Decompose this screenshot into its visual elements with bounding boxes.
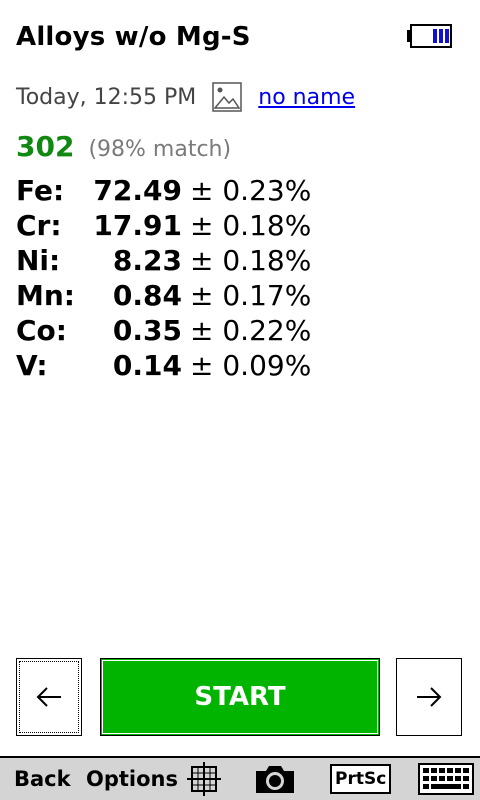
- element-row-cr: Cr: 17.91 ± 0.18%: [16, 209, 311, 244]
- composition-table: Fe: 72.49 ± 0.23% Cr: 17.91 ± 0.18% Ni: …: [16, 174, 311, 384]
- element-row-fe: Fe: 72.49 ± 0.23%: [16, 174, 311, 209]
- arrow-left-icon: [36, 687, 61, 707]
- camera-button[interactable]: [254, 758, 296, 800]
- element-symbol: Co:: [16, 314, 67, 347]
- element-value: 8.23: [112, 244, 182, 277]
- prtsc-label: PrtSc: [330, 764, 392, 794]
- crosshair-button[interactable]: [186, 758, 222, 800]
- bottom-toolbar: Back Options PrtSc: [0, 756, 480, 800]
- element-error: ± 0.23%: [190, 174, 312, 207]
- print-screen-button[interactable]: PrtSc: [330, 758, 392, 800]
- element-value: 0.35: [112, 314, 182, 347]
- element-symbol: V:: [16, 349, 48, 382]
- sample-name-link[interactable]: no name: [258, 85, 355, 110]
- element-value: 72.49: [93, 174, 182, 207]
- element-error: ± 0.18%: [190, 244, 312, 277]
- back-button[interactable]: Back: [14, 758, 71, 800]
- grade-id: 302: [16, 130, 75, 163]
- element-error: ± 0.18%: [190, 209, 312, 242]
- options-button[interactable]: Options: [86, 758, 178, 800]
- keyboard-button[interactable]: [418, 758, 474, 800]
- element-symbol: Cr:: [16, 209, 62, 242]
- crosshair-icon: [187, 762, 221, 796]
- element-value: 0.14: [112, 349, 182, 382]
- element-value: 17.91: [93, 209, 182, 242]
- element-row-mn: Mn: 0.84 ± 0.17%: [16, 279, 311, 314]
- element-value: 0.84: [112, 279, 182, 312]
- element-row-ni: Ni: 8.23 ± 0.18%: [16, 244, 311, 279]
- keyboard-icon: [418, 763, 474, 795]
- grade-match: 302 (98% match): [16, 130, 231, 163]
- image-icon[interactable]: [212, 82, 243, 112]
- previous-button[interactable]: [16, 658, 82, 736]
- element-symbol: Ni:: [16, 244, 61, 277]
- match-percent: (98% match): [88, 137, 232, 162]
- measurement-meta: Today, 12:55 PM no name: [16, 80, 355, 114]
- battery-icon: [407, 24, 452, 48]
- timestamp: Today, 12:55 PM: [16, 84, 197, 110]
- camera-icon: [256, 766, 294, 793]
- header: Alloys w/o Mg-S: [16, 20, 468, 60]
- next-button[interactable]: [396, 658, 462, 736]
- start-button[interactable]: START: [100, 658, 380, 736]
- element-symbol: Mn:: [16, 279, 75, 312]
- element-error: ± 0.22%: [190, 314, 312, 347]
- element-row-co: Co: 0.35 ± 0.22%: [16, 314, 311, 349]
- element-error: ± 0.17%: [190, 279, 312, 312]
- page-title: Alloys w/o Mg-S: [16, 22, 251, 52]
- element-error: ± 0.09%: [190, 349, 312, 382]
- element-row-v: V: 0.14 ± 0.09%: [16, 349, 311, 384]
- element-symbol: Fe:: [16, 174, 65, 207]
- arrow-right-icon: [417, 687, 442, 707]
